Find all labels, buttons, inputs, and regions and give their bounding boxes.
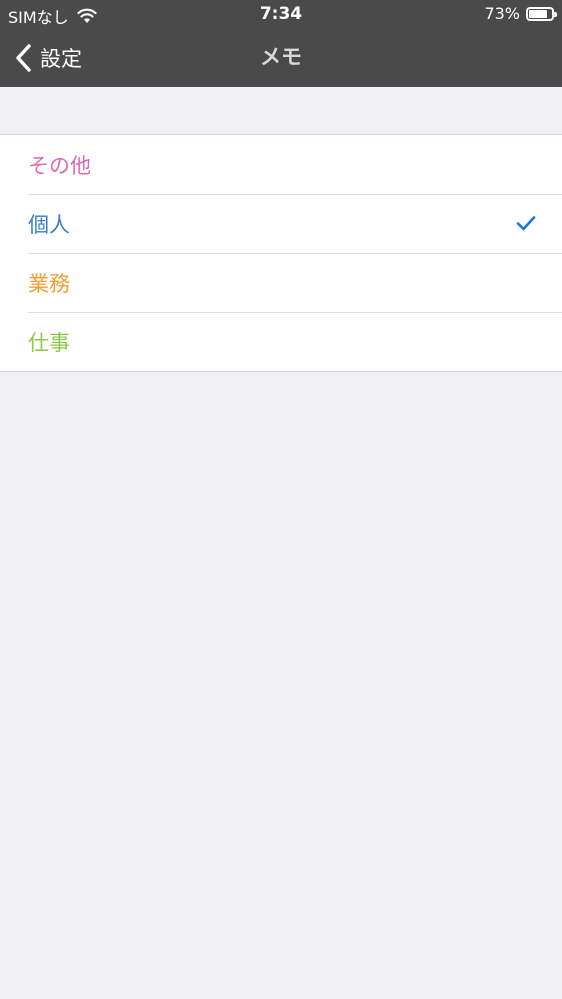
status-bar: SIMなし 7:34 73% [0,0,562,28]
list-item-other[interactable]: その他 [0,135,562,194]
list-item-label: 仕事 [28,330,70,355]
battery-percent: 73% [484,4,520,23]
list-item-label: その他 [28,153,91,178]
battery-fill [529,9,547,18]
battery-icon [526,6,557,21]
status-time: 7:34 [259,4,303,24]
page-title: メモ [260,45,302,69]
list-item-personal[interactable]: 個人 [0,194,562,253]
list-item-work[interactable]: 仕事 [0,312,562,371]
category-list: その他 個人 業務 仕事 [0,134,562,372]
status-right: 73% [484,4,557,23]
navigation-bar: 設定 メモ [0,28,562,87]
list-item-business[interactable]: 業務 [0,253,562,312]
list-item-label: 個人 [28,212,70,237]
checkmark-icon [516,216,536,231]
list-item-label: 業務 [28,271,70,296]
